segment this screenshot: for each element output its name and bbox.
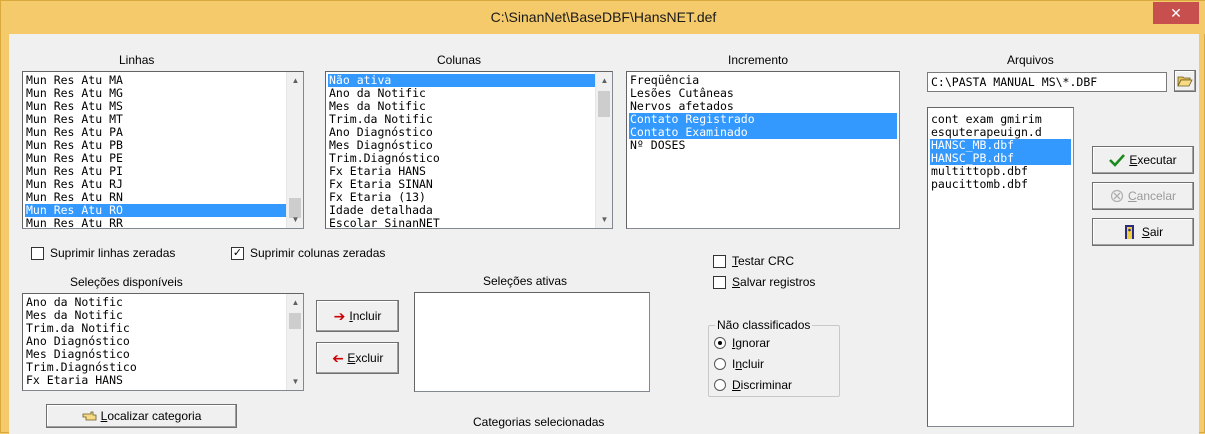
salvar-registros-label: Salvar registros xyxy=(732,275,816,289)
colunas-items: Não ativa Ano da Notific Mes da Notific Tri… xyxy=(328,74,610,229)
title-bar[interactable]: C:\SinanNet\BaseDBF\HansNET.def ✕ xyxy=(1,1,1205,34)
suprimir-colunas-label: Suprimir colunas zeradas xyxy=(250,246,386,260)
executar-button[interactable]: Executar xyxy=(1092,146,1194,174)
excluir-button[interactable]: ➔ Excluir xyxy=(316,342,399,374)
colunas-listbox[interactable]: Não ativa Ano da Notific Mes da Notific Tri… xyxy=(325,71,613,229)
linhas-item[interactable]: Mun Res Atu RR xyxy=(25,217,301,229)
linhas-listbox[interactable]: Mun Res Atu MA Mun Res Atu MG Mun Res Atu … xyxy=(22,71,304,229)
radio-dot[interactable] xyxy=(714,379,726,391)
radio-discriminar-label: Discriminar xyxy=(732,378,793,392)
checkbox-box[interactable]: ✓ xyxy=(231,246,244,260)
scroll-up-icon[interactable]: ▲ xyxy=(596,72,612,89)
scroll-thumb[interactable] xyxy=(598,91,610,117)
linhas-scrollbar[interactable]: ▲ ▼ xyxy=(286,72,303,228)
colunas-scrollbar[interactable]: ▲ ▼ xyxy=(595,72,612,228)
incluir-label: Incluir xyxy=(349,309,382,323)
client-area: Linhas Mun Res Atu MA Mun Res Atu MG Mun R… xyxy=(9,34,1199,434)
executar-label: Executar xyxy=(1129,153,1177,167)
suprimir-linhas-checkbox[interactable]: Suprimir linhas zeradas xyxy=(31,246,175,260)
selecoes-disponiveis-label: Seleções disponíveis xyxy=(70,275,183,289)
incremento-item[interactable]: Nº DOSES xyxy=(629,139,897,152)
testar-crc-label: Testar CRC xyxy=(732,254,795,268)
colunas-label: Colunas xyxy=(437,53,482,67)
folder-open-icon xyxy=(1177,76,1193,87)
radio-ignorar[interactable]: Ignorar xyxy=(714,336,770,350)
arquivos-label: Arquivos xyxy=(1007,53,1054,67)
arrow-right-icon: ➔ xyxy=(333,307,346,324)
radio-dot[interactable] xyxy=(714,358,726,370)
salvar-registros-checkbox[interactable]: Salvar registros xyxy=(713,275,815,289)
localizar-categoria-button[interactable]: Localizar categoria xyxy=(46,404,237,428)
linhas-label: Linhas xyxy=(119,53,155,67)
categorias-selecionadas-label: Categorias selecionadas xyxy=(473,415,605,429)
incluir-button[interactable]: ➔ Incluir xyxy=(316,300,399,332)
selecoes-disponiveis-items: Ano da Notific Mes da Notific Trim.da Noti… xyxy=(25,296,301,387)
scroll-down-icon[interactable]: ▼ xyxy=(596,211,612,228)
radio-ignorar-label: Ignorar xyxy=(732,336,771,350)
window-title: C:\SinanNet\BaseDBF\HansNET.def xyxy=(490,9,717,25)
linhas-items: Mun Res Atu MA Mun Res Atu MG Mun Res Atu … xyxy=(25,74,301,229)
colunas-item[interactable]: Escolar SinanNET xyxy=(328,217,610,229)
excluir-label: Excluir xyxy=(347,351,384,365)
open-folder-button[interactable] xyxy=(1174,70,1196,92)
radio-dot[interactable] xyxy=(714,337,726,349)
close-button[interactable]: ✕ xyxy=(1153,2,1199,24)
checkmark-icon xyxy=(1109,154,1126,167)
localizar-label: Localizar categoria xyxy=(100,409,202,423)
suprimir-colunas-checkbox[interactable]: ✓ Suprimir colunas zeradas xyxy=(231,246,385,260)
radio-incluir-label: Incluir xyxy=(732,357,765,371)
sair-label: Sair xyxy=(1141,225,1164,239)
testar-crc-checkbox[interactable]: Testar CRC xyxy=(713,254,794,268)
checkbox-box[interactable] xyxy=(31,246,44,260)
cancelar-button[interactable]: Cancelar xyxy=(1092,182,1194,210)
nao-classificados-title: Não classificados xyxy=(715,318,813,332)
main-window: C:\SinanNet\BaseDBF\HansNET.def ✕ Linhas… xyxy=(0,0,1205,434)
scroll-down-icon[interactable]: ▼ xyxy=(287,373,303,390)
cancelar-label: Cancelar xyxy=(1127,189,1177,203)
sair-button[interactable]: Sair xyxy=(1092,218,1194,246)
selecoes-ativas-label: Seleções ativas xyxy=(483,274,568,288)
disponiveis-scrollbar[interactable]: ▲ ▼ xyxy=(286,294,303,390)
suprimir-linhas-label: Suprimir linhas zeradas xyxy=(50,246,176,260)
checkbox-box[interactable] xyxy=(713,254,726,268)
arrow-left-icon: ➔ xyxy=(331,349,344,366)
arquivos-items: cont exam gmirim esquterapeuign.d HANSC_MB… xyxy=(930,113,1071,191)
checkbox-box[interactable] xyxy=(713,275,726,289)
scroll-down-icon[interactable]: ▼ xyxy=(287,211,303,228)
arquivos-item[interactable]: paucittomb.dbf xyxy=(930,178,1071,191)
arquivos-listbox[interactable]: cont exam gmirim esquterapeuign.d HANSC_MB… xyxy=(927,107,1074,427)
scroll-up-icon[interactable]: ▲ xyxy=(287,294,303,311)
pointing-hand-icon xyxy=(82,411,97,421)
selecoes-ativas-listbox[interactable] xyxy=(414,292,650,392)
incremento-items: Freqüência Lesões Cutâneas Nervos afetados… xyxy=(629,74,897,152)
scroll-thumb[interactable] xyxy=(289,313,301,329)
arquivos-path-field[interactable]: C:\PASTA MANUAL MS\*.DBF xyxy=(927,72,1167,92)
radio-discriminar[interactable]: Discriminar xyxy=(714,378,792,392)
cancel-x-icon xyxy=(1110,189,1124,203)
incremento-label: Incremento xyxy=(728,53,789,67)
selecoes-disponiveis-listbox[interactable]: Ano da Notific Mes da Notific Trim.da Noti… xyxy=(22,293,304,391)
exit-door-icon xyxy=(1124,225,1134,239)
disponiveis-item[interactable]: Fx Etaria HANS xyxy=(25,374,301,387)
scroll-up-icon[interactable]: ▲ xyxy=(287,72,303,89)
incremento-listbox[interactable]: Freqüência Lesões Cutâneas Nervos afetados… xyxy=(626,71,900,229)
radio-incluir[interactable]: Incluir xyxy=(714,357,764,371)
